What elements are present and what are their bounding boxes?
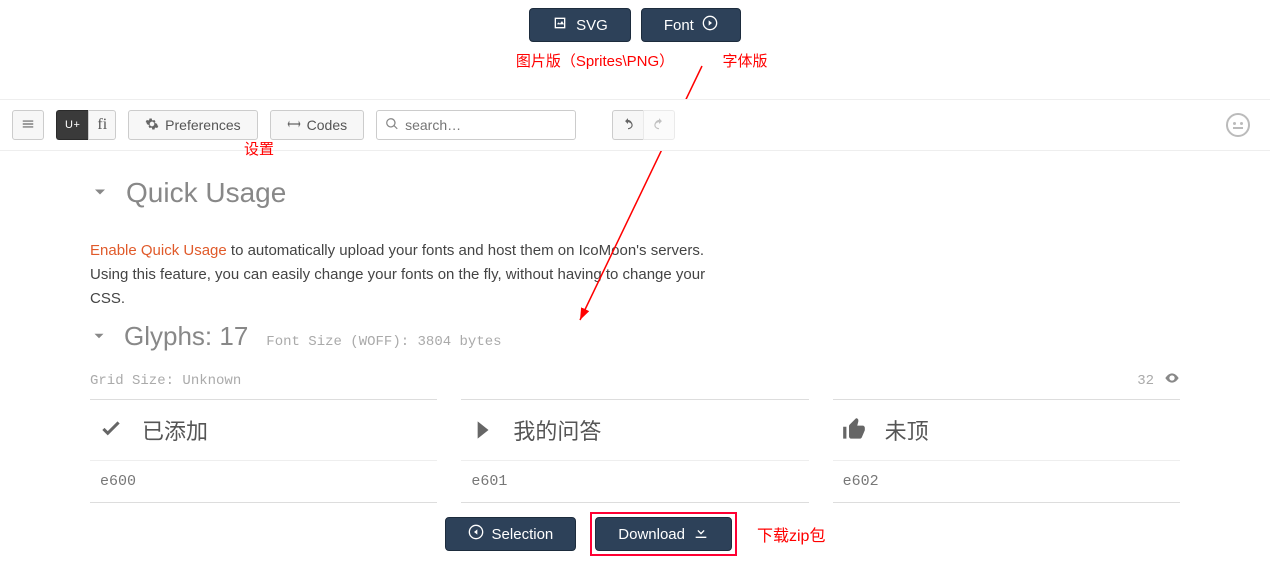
image-icon <box>552 15 568 35</box>
enable-quick-usage-link[interactable]: Enable Quick Usage <box>90 242 227 259</box>
generate-font-button[interactable]: Font <box>641 8 741 42</box>
quick-usage-title: Quick Usage <box>126 177 286 209</box>
chevron-down-icon <box>90 321 108 352</box>
search-box <box>376 110 576 140</box>
chevron-right-icon <box>469 417 495 443</box>
undo-button[interactable] <box>612 110 643 140</box>
glyph-label: 未顶 <box>885 414 929 446</box>
grid-size-label: Grid Size: Unknown <box>90 373 241 389</box>
glyph-label: 我的问答 <box>513 414 601 446</box>
glyph-row: 已添加 e600 我的问答 e601 未顶 e602 <box>90 399 1180 503</box>
glyph-cell[interactable]: 已添加 e600 <box>90 399 437 503</box>
glyph-count: 32 <box>1137 373 1154 389</box>
font-size-meta: Font Size (WOFF): 3804 bytes <box>266 334 501 350</box>
glyph-cell[interactable]: 我的问答 e601 <box>461 399 808 503</box>
download-button[interactable]: Download <box>595 517 732 551</box>
circle-left-icon <box>468 524 484 544</box>
quick-usage-description: Enable Quick Usage to automatically uplo… <box>90 239 730 311</box>
annotation-download-zip: 下载zip包 <box>757 522 825 546</box>
glyph-code[interactable]: e602 <box>833 460 1180 502</box>
ligature-toggle[interactable]: fi <box>88 110 116 140</box>
selection-label: Selection <box>492 526 554 543</box>
search-icon <box>385 117 399 134</box>
glyphs-title: Glyphs: 17 <box>124 321 248 352</box>
bottom-bar: Selection Download 下载zip包 <box>0 512 1270 556</box>
generate-font-label: Font <box>664 17 694 34</box>
generate-svg-button[interactable]: SVG <box>529 8 631 42</box>
preferences-button[interactable]: Preferences <box>128 110 257 140</box>
width-icon <box>287 117 301 134</box>
glyph-cell[interactable]: 未顶 e602 <box>833 399 1180 503</box>
annotation-settings: 设置 <box>244 138 274 159</box>
glyph-label: 已添加 <box>142 414 208 446</box>
check-icon <box>98 417 124 443</box>
redo-icon <box>652 117 666 134</box>
search-input[interactable] <box>405 117 586 133</box>
thumbs-up-icon <box>841 417 867 443</box>
undo-redo-group <box>612 110 675 140</box>
eye-icon[interactable] <box>1164 370 1180 391</box>
glyphs-header[interactable]: Glyphs: 17 <box>90 321 248 352</box>
main-content: Quick Usage Enable Quick Usage to automa… <box>0 151 1270 503</box>
annotation-img-version: 图片版（Sprites\PNG） <box>490 50 700 71</box>
codes-label: Codes <box>307 117 347 133</box>
gear-icon <box>145 117 159 134</box>
unicode-toggle[interactable]: U+ <box>56 110 88 140</box>
codes-button[interactable]: Codes <box>270 110 364 140</box>
annotation-download-highlight: Download <box>590 512 737 556</box>
undo-icon <box>621 117 635 134</box>
chevron-down-icon <box>90 177 110 209</box>
quick-usage-header[interactable]: Quick Usage <box>90 177 1180 209</box>
preferences-label: Preferences <box>165 117 240 133</box>
toolbar: U+ fi Preferences Codes <box>0 99 1270 151</box>
redo-button[interactable] <box>643 110 675 140</box>
download-label: Download <box>618 526 685 543</box>
glyph-code[interactable]: e601 <box>461 460 808 502</box>
circle-right-icon <box>702 15 718 35</box>
download-icon <box>693 524 709 544</box>
generate-svg-label: SVG <box>576 17 608 34</box>
selection-button[interactable]: Selection <box>445 517 577 551</box>
encoding-toggle-group: U+ fi <box>56 110 116 140</box>
face-icon[interactable] <box>1226 113 1250 137</box>
glyph-code[interactable]: e600 <box>90 460 437 502</box>
annotation-font-version: 字体版 <box>710 50 780 71</box>
menu-icon <box>21 117 35 134</box>
menu-button[interactable] <box>12 110 44 140</box>
